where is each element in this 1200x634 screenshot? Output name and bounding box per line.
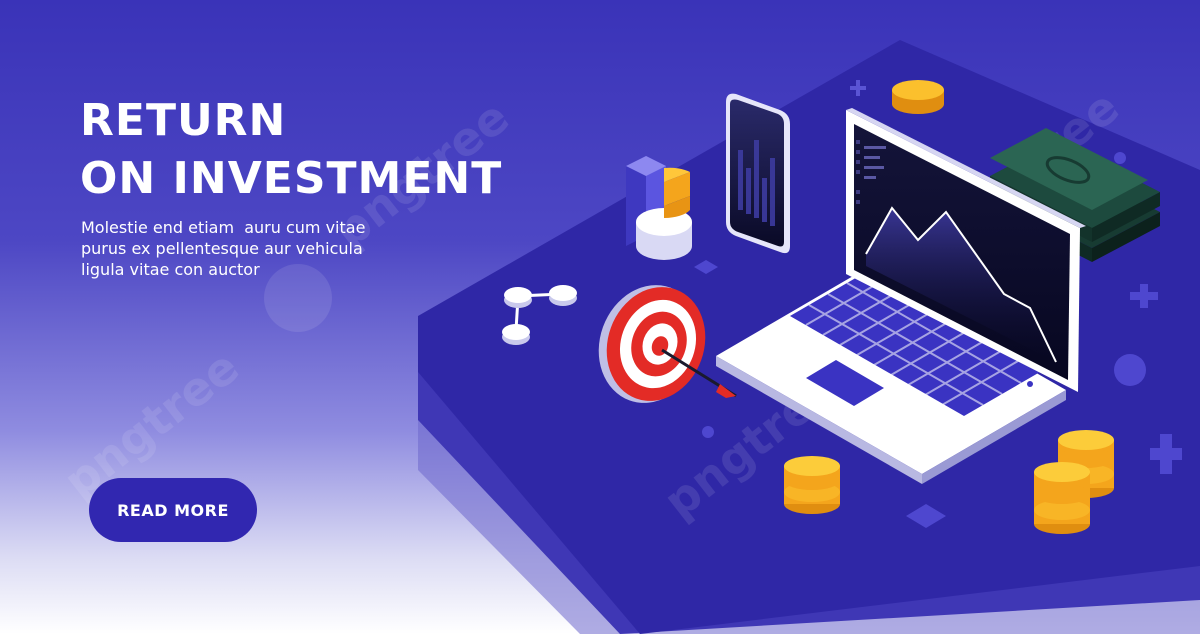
description-line: Molestie end etiam auru cum vitae <box>81 218 366 237</box>
dot-decoration <box>702 426 714 438</box>
coin-stack-icon <box>892 80 944 114</box>
description-line: ligula vitae con auctor <box>81 260 260 279</box>
dot-decoration <box>1114 354 1146 386</box>
hero-banner: pngtree pngtree pngtree pngtree <box>0 0 1200 634</box>
title-line: RETURN <box>80 95 287 146</box>
read-more-button[interactable]: READ MORE <box>89 478 257 542</box>
hero-description: Molestie end etiam auru cum vitae purus … <box>81 217 411 280</box>
description-line: purus ex pellentesque aur vehicula <box>81 239 363 258</box>
title-line: ON INVESTMENT <box>80 153 503 204</box>
smartphone-icon <box>726 93 790 254</box>
dot-decoration <box>1114 152 1126 164</box>
page-title: RETURN ON INVESTMENT <box>80 92 502 208</box>
